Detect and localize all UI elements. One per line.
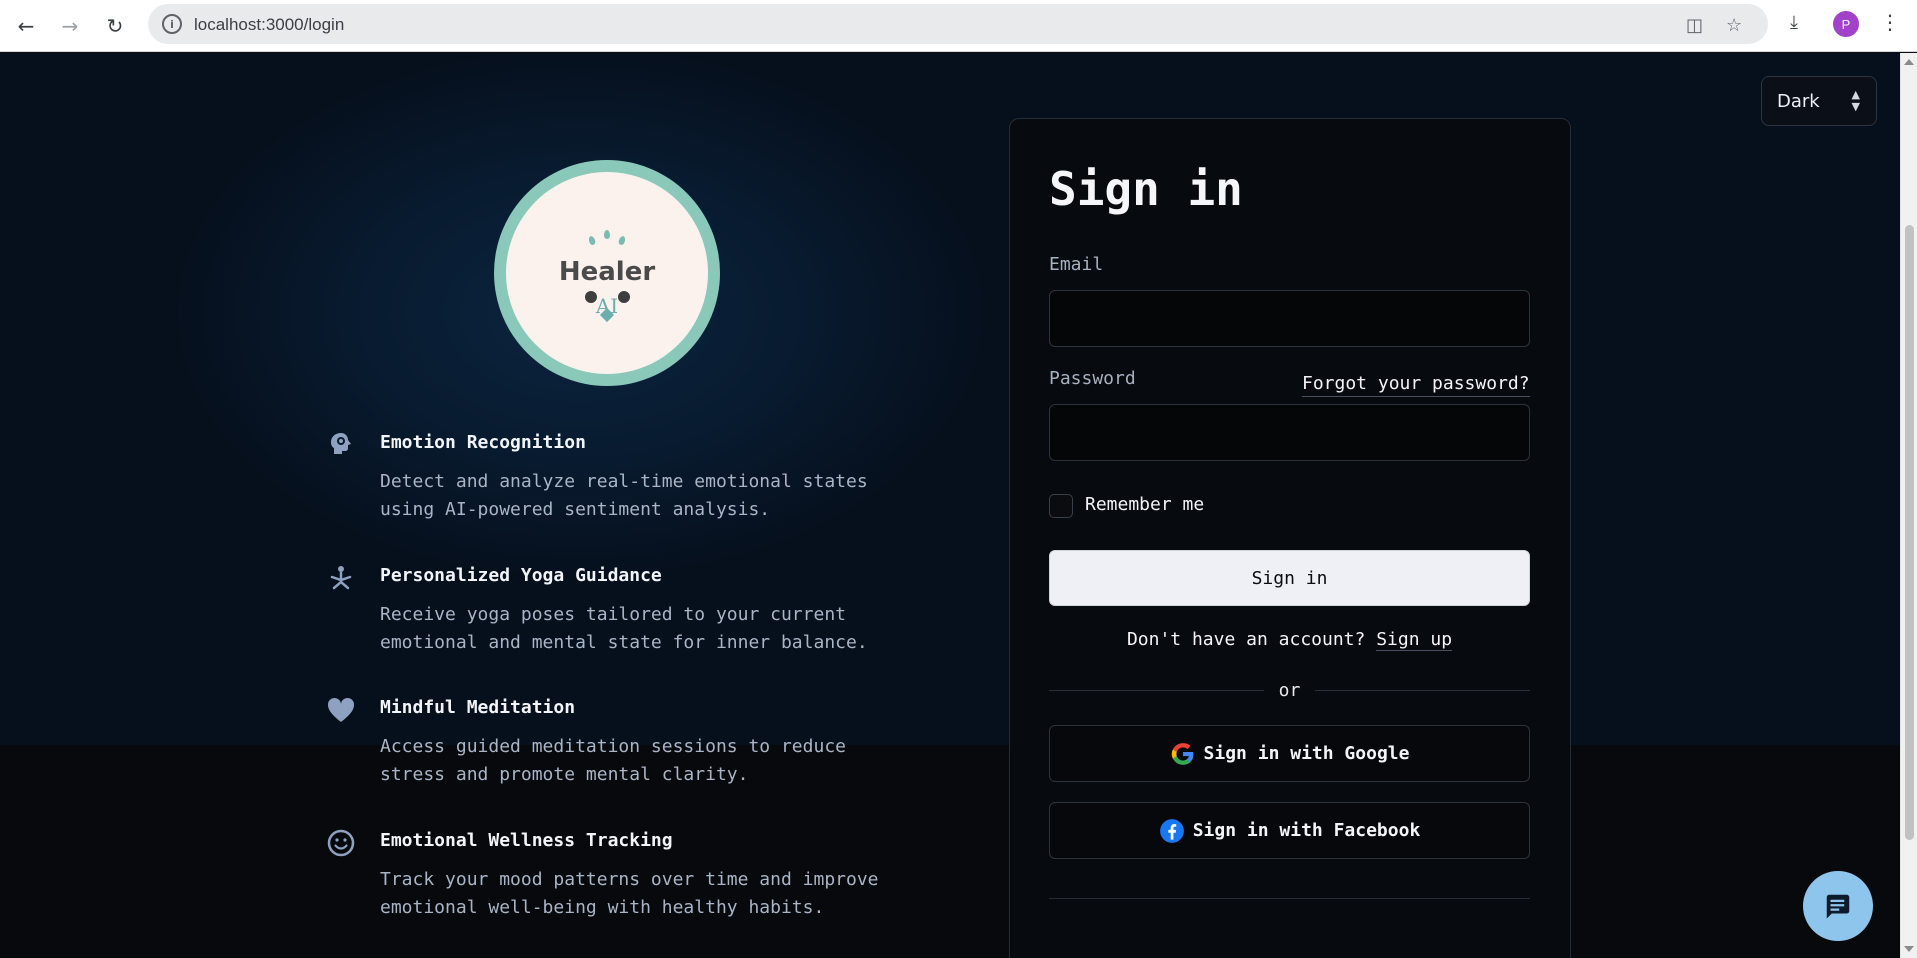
address-bar[interactable]: i localhost:3000/login ◫ ☆ <box>148 4 1768 44</box>
reload-icon[interactable]: ↻ <box>99 10 131 42</box>
signup-link[interactable]: Sign up <box>1376 629 1453 651</box>
yoga-pose-icon <box>326 563 356 593</box>
leaf-icon <box>617 235 627 246</box>
scroll-up-icon[interactable] <box>1904 59 1914 65</box>
chat-button[interactable] <box>1803 871 1873 941</box>
remember-me-checkbox[interactable] <box>1049 494 1073 518</box>
facebook-signin-label: Sign in with Facebook <box>1192 820 1421 841</box>
google-icon <box>1171 742 1193 765</box>
card-divider <box>1049 898 1530 899</box>
signup-prompt: Don't have an account? Sign up <box>1049 629 1530 651</box>
or-divider: or <box>1049 680 1530 702</box>
browser-menu-icon[interactable]: ⋮ <box>1880 10 1900 34</box>
chevron-updown-icon: ▲ ▼ <box>1851 88 1860 113</box>
feature-title: Emotional Wellness Tracking <box>380 830 673 851</box>
leaf-icon <box>587 235 597 246</box>
scroll-down-icon[interactable] <box>1904 946 1914 952</box>
bookmark-star-icon[interactable]: ☆ <box>1726 15 1742 36</box>
heart-icon <box>326 695 356 725</box>
page-lower-band <box>0 745 1900 958</box>
email-label: Email <box>1049 254 1104 275</box>
no-account-text: Don't have an account? <box>1126 629 1366 650</box>
url-text[interactable]: localhost:3000/login <box>194 15 344 35</box>
google-signin-button[interactable]: Sign in with Google <box>1049 725 1530 782</box>
signin-button[interactable]: Sign in <box>1049 550 1530 606</box>
email-field[interactable] <box>1049 290 1530 347</box>
feature-title: Emotion Recognition <box>380 432 586 453</box>
signin-title: Sign in <box>1049 162 1243 216</box>
remember-me-label[interactable]: Remember me <box>1085 494 1204 515</box>
feature-title: Mindful Meditation <box>380 697 576 718</box>
downloads-icon[interactable]: ⤓ <box>1790 12 1798 33</box>
browser-toolbar: ← → ↻ i localhost:3000/login ◫ ☆ ⤓ P ⋮ <box>0 0 1917 52</box>
profile-avatar[interactable]: P <box>1833 11 1859 37</box>
facebook-icon <box>1159 818 1184 843</box>
forward-icon[interactable]: → <box>54 10 86 42</box>
leaf-icon <box>604 230 610 239</box>
install-app-icon[interactable]: ◫ <box>1686 15 1703 36</box>
feature-description: Access guided meditation sessions to red… <box>380 736 846 785</box>
healer-ai-logo: Healer AI <box>494 160 720 386</box>
logo-wordmark: Healer <box>558 257 656 287</box>
divider-line <box>1315 690 1530 691</box>
theme-select-value: Dark <box>1777 90 1820 112</box>
site-info-icon[interactable]: i <box>162 14 182 34</box>
login-page <box>0 53 1900 958</box>
feature-title: Personalized Yoga Guidance <box>380 565 662 586</box>
smiley-icon <box>326 828 356 858</box>
feature-description: Track your mood patterns over time and i… <box>380 869 879 918</box>
password-label: Password <box>1049 368 1136 389</box>
facebook-signin-button[interactable]: Sign in with Facebook <box>1049 802 1530 859</box>
forgot-password-link[interactable]: Forgot your password? <box>1302 373 1530 397</box>
theme-select[interactable]: Dark ▲ ▼ <box>1761 76 1877 126</box>
back-icon[interactable]: ← <box>10 10 42 42</box>
page-scrollbar[interactable] <box>1900 53 1917 958</box>
password-field[interactable] <box>1049 404 1530 461</box>
google-signin-label: Sign in with Google <box>1203 743 1410 764</box>
chat-bubble-icon <box>1826 894 1850 919</box>
feature-description: Detect and analyze real-time emotional s… <box>380 471 868 520</box>
head-gear-icon <box>326 430 356 460</box>
feature-description: Receive yoga poses tailored to your curr… <box>380 604 868 653</box>
scrollbar-thumb[interactable] <box>1905 225 1914 840</box>
